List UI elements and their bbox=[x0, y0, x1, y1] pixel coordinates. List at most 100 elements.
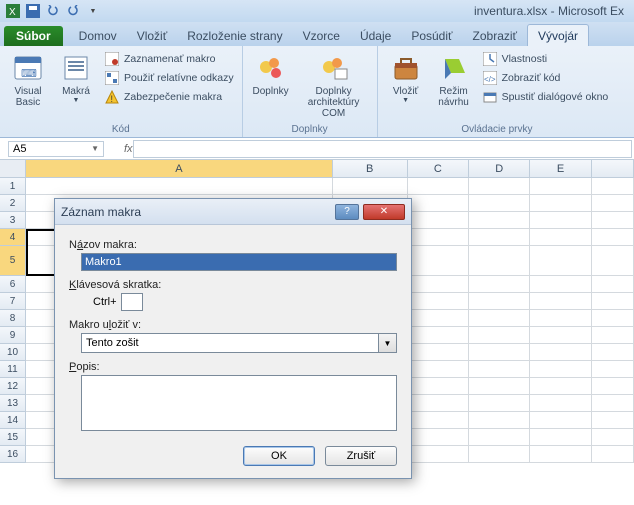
cell[interactable] bbox=[408, 310, 469, 327]
tab-view[interactable]: Zobraziť bbox=[463, 25, 528, 46]
cell[interactable] bbox=[333, 178, 408, 195]
relative-refs-button[interactable]: Použiť relatívne odkazy bbox=[102, 69, 236, 87]
cell[interactable] bbox=[530, 276, 591, 293]
row-header[interactable]: 9 bbox=[0, 327, 26, 344]
insert-control-button[interactable]: Vložiť ▼ bbox=[384, 48, 428, 105]
cell[interactable] bbox=[592, 327, 634, 344]
cell[interactable] bbox=[530, 327, 591, 344]
column-header[interactable]: D bbox=[469, 160, 530, 178]
redo-icon[interactable] bbox=[64, 2, 82, 20]
formula-input[interactable] bbox=[133, 140, 632, 158]
description-input[interactable] bbox=[81, 375, 397, 431]
cell[interactable] bbox=[469, 310, 530, 327]
column-header[interactable]: B bbox=[333, 160, 408, 178]
tab-data[interactable]: Údaje bbox=[350, 25, 401, 46]
cell[interactable] bbox=[408, 395, 469, 412]
column-header[interactable] bbox=[592, 160, 634, 178]
dialog-help-button[interactable]: ? bbox=[335, 204, 359, 220]
undo-icon[interactable] bbox=[44, 2, 62, 20]
tab-developer[interactable]: Vývojár bbox=[527, 24, 589, 46]
select-all-corner[interactable] bbox=[0, 160, 26, 178]
cell[interactable] bbox=[469, 293, 530, 310]
cell[interactable] bbox=[469, 246, 530, 276]
ok-button[interactable]: OK bbox=[243, 446, 315, 466]
column-header[interactable]: A bbox=[26, 160, 333, 178]
macros-button[interactable]: Makrá ▼ bbox=[54, 48, 98, 105]
view-code-button[interactable]: </>Zobraziť kód bbox=[480, 69, 611, 87]
row-header[interactable]: 3 bbox=[0, 212, 26, 229]
cell[interactable] bbox=[530, 361, 591, 378]
cell[interactable] bbox=[530, 412, 591, 429]
cell[interactable] bbox=[592, 276, 634, 293]
qat-customize-icon[interactable]: ▼ bbox=[84, 2, 102, 20]
dialog-close-button[interactable]: ✕ bbox=[363, 204, 405, 220]
tab-home[interactable]: Domov bbox=[69, 25, 127, 46]
row-header[interactable]: 2 bbox=[0, 195, 26, 212]
cell[interactable] bbox=[592, 229, 634, 246]
cell[interactable] bbox=[469, 344, 530, 361]
cell[interactable] bbox=[530, 344, 591, 361]
macro-name-input[interactable] bbox=[81, 253, 397, 271]
cell[interactable] bbox=[592, 361, 634, 378]
row-header[interactable]: 7 bbox=[0, 293, 26, 310]
cell[interactable] bbox=[530, 178, 591, 195]
com-addins-button[interactable]: Doplnky architektúry COM bbox=[297, 48, 371, 119]
row-header[interactable]: 11 bbox=[0, 361, 26, 378]
cell[interactable] bbox=[469, 178, 530, 195]
cell[interactable] bbox=[408, 446, 469, 463]
cell[interactable] bbox=[530, 246, 591, 276]
cell[interactable] bbox=[408, 195, 469, 212]
tab-insert[interactable]: Vložiť bbox=[127, 25, 178, 46]
cell[interactable] bbox=[530, 310, 591, 327]
fx-icon[interactable]: fx bbox=[124, 143, 133, 155]
cell[interactable] bbox=[408, 327, 469, 344]
cell[interactable] bbox=[530, 378, 591, 395]
row-header[interactable]: 4 bbox=[0, 229, 26, 246]
cell[interactable] bbox=[592, 344, 634, 361]
excel-icon[interactable]: X bbox=[4, 2, 22, 20]
cell[interactable] bbox=[592, 293, 634, 310]
cell[interactable] bbox=[408, 276, 469, 293]
cell[interactable] bbox=[592, 246, 634, 276]
macro-security-button[interactable]: !Zabezpečenie makra bbox=[102, 88, 236, 106]
tab-file[interactable]: Súbor bbox=[4, 26, 63, 46]
cell[interactable] bbox=[592, 412, 634, 429]
save-icon[interactable] bbox=[24, 2, 42, 20]
tab-formulas[interactable]: Vzorce bbox=[293, 25, 350, 46]
cell[interactable] bbox=[592, 195, 634, 212]
row-header[interactable]: 15 bbox=[0, 429, 26, 446]
cell[interactable] bbox=[592, 429, 634, 446]
cancel-button[interactable]: Zrušiť bbox=[325, 446, 397, 466]
row-header[interactable]: 13 bbox=[0, 395, 26, 412]
column-header[interactable]: E bbox=[530, 160, 591, 178]
cell[interactable] bbox=[592, 446, 634, 463]
cell[interactable] bbox=[408, 361, 469, 378]
cell[interactable] bbox=[469, 276, 530, 293]
cell[interactable] bbox=[530, 229, 591, 246]
record-macro-button[interactable]: Zaznamenať makro bbox=[102, 50, 236, 68]
cell[interactable] bbox=[469, 378, 530, 395]
cell[interactable] bbox=[592, 378, 634, 395]
addins-button[interactable]: Doplnky bbox=[249, 48, 293, 97]
design-mode-button[interactable]: Režim návrhu bbox=[432, 48, 476, 108]
cell[interactable] bbox=[469, 229, 530, 246]
cell[interactable] bbox=[530, 395, 591, 412]
cell[interactable] bbox=[469, 212, 530, 229]
cell[interactable] bbox=[592, 395, 634, 412]
name-box[interactable]: A5▼ bbox=[8, 141, 104, 157]
row-header[interactable]: 1 bbox=[0, 178, 26, 195]
cell[interactable] bbox=[592, 310, 634, 327]
visual-basic-button[interactable]: ⌨ Visual Basic bbox=[6, 48, 50, 108]
cell[interactable] bbox=[408, 212, 469, 229]
row-header[interactable]: 10 bbox=[0, 344, 26, 361]
cell[interactable] bbox=[469, 412, 530, 429]
store-in-combo[interactable]: Tento zošit ▼ bbox=[81, 333, 397, 353]
cell[interactable] bbox=[408, 178, 469, 195]
properties-button[interactable]: Vlastnosti bbox=[480, 50, 611, 68]
column-header[interactable]: C bbox=[408, 160, 469, 178]
combo-dropdown-icon[interactable]: ▼ bbox=[378, 334, 396, 352]
row-header[interactable]: 12 bbox=[0, 378, 26, 395]
cell[interactable] bbox=[408, 293, 469, 310]
cell[interactable] bbox=[530, 446, 591, 463]
run-dialog-button[interactable]: Spustiť dialógové okno bbox=[480, 88, 611, 106]
